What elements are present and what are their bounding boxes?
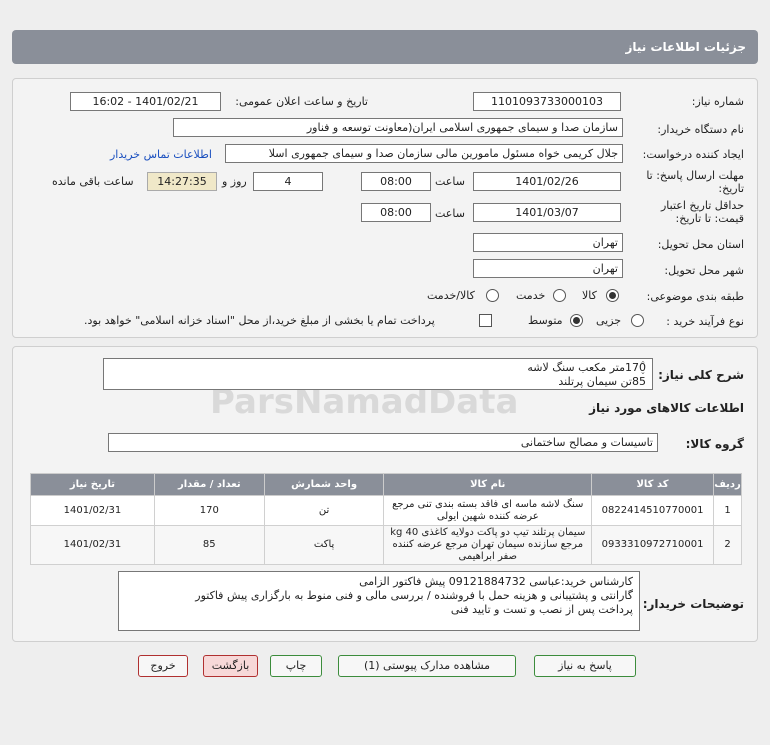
col-code: کد کالا [591, 473, 715, 496]
deadline-time-field[interactable]: 08:00 [361, 172, 431, 191]
process-medium-label: متوسط [528, 314, 563, 327]
goods-group-label: گروه کالا: [685, 437, 744, 451]
col-row: ردیف [713, 473, 742, 496]
view-attachments-button[interactable]: مشاهده مدارک پیوستی (1) [338, 655, 516, 677]
process-minor-radio[interactable] [631, 314, 644, 327]
province-label: استان محل تحویل: [657, 238, 744, 251]
validity-time-field[interactable]: 08:00 [361, 203, 431, 222]
buyer-notes-label: توضیحات خریدار: [642, 597, 744, 611]
province-field[interactable]: تهران [473, 233, 623, 252]
cell-unit: تن [263, 495, 385, 526]
back-button[interactable]: بازگشت [203, 655, 258, 677]
process-minor-label: جزیی [596, 314, 622, 327]
remaining-time-field: 14:27:35 [147, 172, 217, 191]
cell-code: 0933310972710001 [591, 525, 715, 565]
validity-label-date: قیمت: تا تاریخ: [675, 212, 744, 225]
treasury-payment-checkbox[interactable] [479, 314, 492, 327]
deadline-label-date: تاریخ: [718, 182, 744, 195]
creator-label: ایجاد کننده درخواست: [642, 148, 744, 161]
category-label: طبقه بندی موضوعی: [646, 290, 744, 303]
page-title: جزئیات اطلاعات نیاز [625, 40, 746, 54]
creator-field[interactable]: جلال کریمی خواه مسئول مامورین مالی سازما… [225, 144, 623, 163]
cell-row: 2 [713, 525, 742, 565]
col-name: نام کالا [383, 473, 593, 496]
col-qty: تعداد / مقدار [153, 473, 265, 496]
summary-line-2: 85تن سیمان پرتلند [558, 375, 646, 388]
reply-button[interactable]: پاسخ به نیاز [534, 655, 636, 677]
summary-box[interactable]: 170متر مکعب سنگ لاشه 85تن سیمان پرتلند [103, 358, 653, 390]
goods-section-title: اطلاعات کالاهای مورد نیاز [589, 401, 744, 415]
summary-label: شرح کلی نیاز: [658, 368, 744, 382]
table-row[interactable]: 2 0933310972710001 سیمان پرتلند تیپ دو پ… [30, 525, 742, 565]
col-date: تاریخ نیاز [30, 473, 155, 496]
buyer-org-label: نام دستگاه خریدار: [657, 123, 744, 136]
print-button[interactable]: چاپ [270, 655, 322, 677]
cell-name: سیمان پرتلند تیپ دو پاکت دولایه کاغذی 40… [383, 525, 593, 565]
buyer-notes-line-1: کارشناس خرید:عباسی 09121884732 پیش فاکتو… [359, 575, 633, 588]
buyer-notes-line-2: گارانتی و پشتیبانی و هزینه حمل با فروشند… [195, 589, 633, 602]
category-goods-radio[interactable] [606, 289, 619, 302]
page-header: جزئیات اطلاعات نیاز [12, 30, 758, 64]
treasury-payment-note: پرداخت تمام یا بخشی از مبلغ خرید،از محل … [84, 314, 435, 327]
scroll-arrows-icon[interactable]: ⌃ ⌄ [640, 360, 646, 376]
city-field[interactable]: تهران [473, 259, 623, 278]
cell-unit: پاکت [263, 525, 385, 565]
deadline-label: مهلت ارسال پاسخ: تا [646, 169, 744, 182]
cell-code: 0822414510770001 [591, 495, 715, 526]
process-label: نوع فرآیند خرید : [666, 315, 744, 328]
remaining-label: ساعت باقی مانده [52, 175, 134, 188]
deadline-date-field[interactable]: 1401/02/26 [473, 172, 621, 191]
cell-qty: 85 [153, 525, 265, 565]
validity-time-label: ساعت [435, 207, 465, 220]
cell-row: 1 [713, 495, 742, 526]
col-unit: واحد شمارش [263, 473, 385, 496]
table-header-row: ردیف کد کالا نام کالا واحد شمارش تعداد /… [30, 473, 742, 496]
days-label: روز و [222, 175, 247, 188]
announce-field[interactable]: 1401/02/21 - 16:02 [70, 92, 221, 111]
city-label: شهر محل تحویل: [664, 264, 744, 277]
cell-name: سنگ لاشه ماسه ای فاقد بسته بندی تنی مرجع… [383, 495, 593, 526]
category-service-radio[interactable] [553, 289, 566, 302]
days-remaining-field[interactable]: 4 [253, 172, 323, 191]
need-number-field[interactable]: 1101093733000103 [473, 92, 621, 111]
goods-table: ردیف کد کالا نام کالا واحد شمارش تعداد /… [30, 473, 742, 565]
buyer-notes-line-3: پرداخت پس از نصب و تست و تایید فنی [450, 603, 633, 616]
category-both-label: کالا/خدمت [427, 289, 475, 302]
buyer-contact-link[interactable]: اطلاعات تماس خریدار [110, 148, 212, 161]
summary-line-1: 170متر مکعب سنگ لاشه [527, 361, 646, 374]
cell-date: 1401/02/31 [30, 495, 155, 526]
process-medium-radio[interactable] [570, 314, 583, 327]
deadline-time-label: ساعت [435, 175, 465, 188]
category-goods-label: کالا [582, 289, 597, 302]
exit-button[interactable]: خروج [138, 655, 188, 677]
goods-group-field[interactable]: تاسیسات و مصالح ساختمانی [108, 433, 658, 452]
buyer-notes-box[interactable]: کارشناس خرید:عباسی 09121884732 پیش فاکتو… [118, 571, 640, 631]
buyer-org-field[interactable]: سازمان صدا و سیمای جمهوری اسلامی ایران(م… [173, 118, 623, 137]
cell-qty: 170 [153, 495, 265, 526]
validity-date-field[interactable]: 1401/03/07 [473, 203, 621, 222]
category-both-radio[interactable] [486, 289, 499, 302]
need-number-label: شماره نیاز: [691, 95, 744, 108]
cell-date: 1401/02/31 [30, 525, 155, 565]
validity-label: حداقل تاریخ اعتبار [660, 199, 744, 212]
announce-label: تاریخ و ساعت اعلان عمومی: [235, 95, 368, 108]
table-row[interactable]: 1 0822414510770001 سنگ لاشه ماسه ای فاقد… [30, 495, 742, 526]
category-service-label: خدمت [516, 289, 546, 302]
